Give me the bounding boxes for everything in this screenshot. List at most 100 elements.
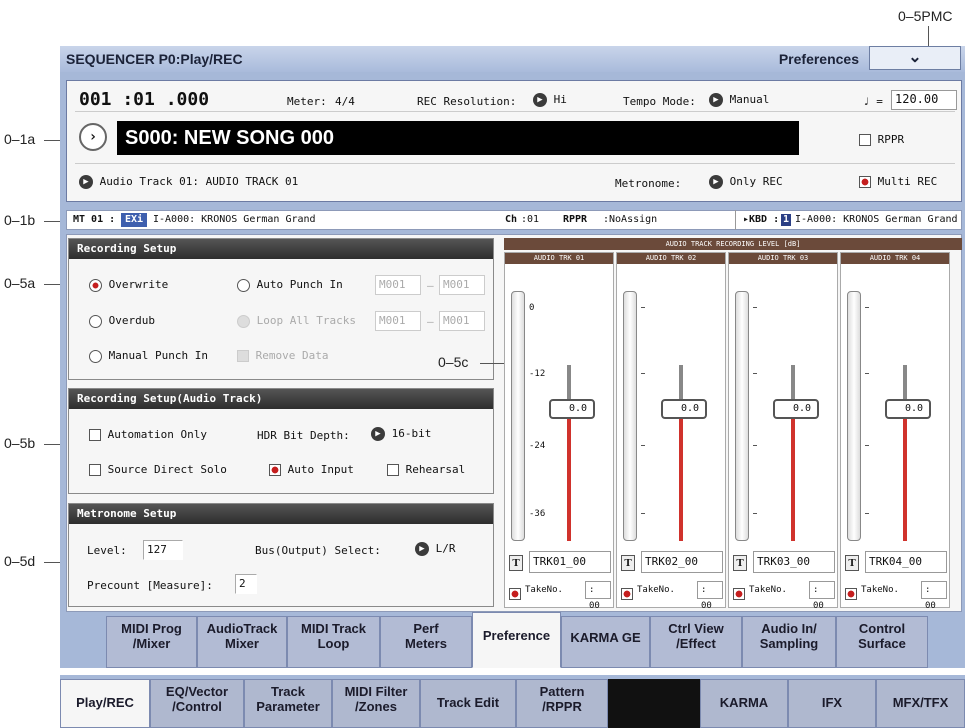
- checkbox-icon: [89, 464, 101, 476]
- fader-knob[interactable]: 0.0: [549, 399, 595, 419]
- fader-knob[interactable]: 0.0: [885, 399, 931, 419]
- automation-only-checkbox[interactable]: Automation Only: [89, 428, 207, 441]
- take-no-field[interactable]: : 00: [921, 581, 947, 611]
- tempo-symbol: ♩ =: [863, 95, 883, 108]
- precount-field[interactable]: 2: [235, 574, 257, 594]
- level-scale-label: -12: [529, 369, 546, 379]
- song-name-field[interactable]: S000: NEW SONG 000: [117, 121, 799, 155]
- tab-ctrl-view-effect[interactable]: Ctrl View /Effect: [650, 616, 742, 668]
- track-name-edit-button[interactable]: T: [845, 555, 859, 571]
- tab-karma-ge[interactable]: KARMA GE: [561, 616, 650, 668]
- loop-end[interactable]: M001: [439, 311, 485, 331]
- fader-knob[interactable]: 0.0: [661, 399, 707, 419]
- tab-preference[interactable]: Preference: [472, 612, 561, 668]
- level-meter-bar: [623, 291, 637, 541]
- metronome-popup[interactable]: ▶ Only REC: [709, 175, 783, 189]
- bus-select-label: Bus(Output) Select:: [255, 544, 381, 557]
- section-header: Recording Setup: [69, 239, 493, 259]
- take-no-label: TakeNo.: [749, 585, 787, 595]
- overdub-label: Overdub: [108, 314, 155, 327]
- overdub-radio[interactable]: Overdub: [89, 314, 155, 328]
- tempo-mode-popup[interactable]: ▶ Manual: [709, 93, 769, 107]
- range-dash: –: [427, 315, 434, 328]
- rec-resolution-popup[interactable]: ▶ Hi: [533, 93, 567, 107]
- auto-punch-start[interactable]: M001: [375, 275, 421, 295]
- tab-perf-meters[interactable]: Perf Meters: [380, 616, 472, 668]
- remove-data-checkbox[interactable]: Remove Data: [237, 349, 328, 362]
- source-direct-solo-checkbox[interactable]: Source Direct Solo: [89, 463, 227, 476]
- level-scale-tick: [865, 373, 869, 374]
- recording-audio-section: Recording Setup(Audio Track) Automation …: [68, 388, 494, 494]
- loop-all-tracks-radio[interactable]: Loop All Tracks: [237, 314, 356, 328]
- tab-play-rec[interactable]: Play/REC: [60, 679, 150, 728]
- track-name-edit-button[interactable]: T: [733, 555, 747, 571]
- track-name-edit-button[interactable]: T: [621, 555, 635, 571]
- exi-badge: EXi: [121, 213, 148, 227]
- take-no-label: TakeNo.: [861, 585, 899, 595]
- track-name-edit-button[interactable]: T: [509, 555, 523, 571]
- tab-empty: [608, 679, 700, 728]
- location-readout[interactable]: 001 :01 .000: [79, 89, 209, 110]
- popup-arrow-icon: ▶: [533, 93, 547, 107]
- take-no-checkbox[interactable]: [621, 583, 633, 602]
- bus-select-popup[interactable]: ▶ L/R: [415, 542, 456, 556]
- divider: [75, 163, 955, 164]
- manual-punch-radio[interactable]: Manual Punch In: [89, 349, 208, 363]
- callout-0-1a: 0–1a: [4, 131, 36, 147]
- auto-input-checkbox[interactable]: Auto Input: [269, 463, 354, 476]
- track-file-name[interactable]: TRK02_00: [641, 551, 723, 573]
- tab-ifx[interactable]: IFX: [788, 679, 876, 728]
- auto-input-label: Auto Input: [287, 463, 354, 476]
- tab-midi-track-loop[interactable]: MIDI Track Loop: [287, 616, 380, 668]
- track-name: AUDIO TRK 01: [505, 253, 613, 264]
- track-level-column: AUDIO TRK 03 0.0 T TRK03_00 TakeNo.: 00: [728, 252, 838, 611]
- rec-resolution-label: REC Resolution:: [417, 95, 517, 108]
- take-no-label: TakeNo.: [525, 585, 563, 595]
- take-no-checkbox[interactable]: [509, 583, 521, 602]
- ch-label: Ch: [505, 214, 518, 225]
- tab-karma[interactable]: KARMA: [700, 679, 788, 728]
- song-select-button[interactable]: ›: [79, 123, 107, 151]
- overwrite-radio[interactable]: Overwrite: [89, 278, 168, 292]
- rehearsal-checkbox[interactable]: Rehearsal: [387, 463, 465, 476]
- checkbox-icon: [859, 134, 871, 146]
- multi-rec-checkbox[interactable]: Multi REC: [859, 175, 937, 188]
- program-name: I-A000: KRONOS German Grand: [153, 214, 316, 225]
- tab-control-surface[interactable]: Control Surface: [836, 616, 928, 668]
- tab-midi-filter-zones[interactable]: MIDI Filter /Zones: [332, 679, 420, 728]
- tab-pattern-rppr[interactable]: Pattern /RPPR: [516, 679, 608, 728]
- overwrite-label: Overwrite: [108, 278, 169, 291]
- tab-track-edit[interactable]: Track Edit: [420, 679, 516, 728]
- take-no-field[interactable]: : 00: [585, 581, 611, 611]
- track-file-name[interactable]: TRK01_00: [529, 551, 611, 573]
- take-no-field[interactable]: : 00: [697, 581, 723, 611]
- radio-icon: [89, 349, 102, 363]
- take-no-checkbox[interactable]: [733, 583, 745, 602]
- divider: [735, 210, 736, 230]
- auto-punch-radio[interactable]: Auto Punch In: [237, 278, 343, 292]
- tab-audiotrack-mixer[interactable]: AudioTrack Mixer: [197, 616, 287, 668]
- tab-mfx-tfx[interactable]: MFX/TFX: [876, 679, 965, 728]
- track-file-name[interactable]: TRK04_00: [865, 551, 947, 573]
- take-no-field[interactable]: : 00: [809, 581, 835, 611]
- track-file-name[interactable]: TRK03_00: [753, 551, 835, 573]
- tab-track-parameter[interactable]: Track Parameter: [244, 679, 332, 728]
- divider: [75, 111, 955, 112]
- page-menu-button[interactable]: ⌄: [869, 46, 961, 70]
- meter-value[interactable]: 4/4: [335, 95, 355, 108]
- tempo-field[interactable]: 120.00: [891, 90, 957, 110]
- callout-0-5pmc: 0–5PMC: [898, 8, 953, 24]
- fader-knob[interactable]: 0.0: [773, 399, 819, 419]
- tab-midi-prog-mixer[interactable]: MIDI Prog /Mixer: [106, 616, 197, 668]
- tab-eq-vector-control[interactable]: EQ/Vector /Control: [150, 679, 244, 728]
- auto-punch-end[interactable]: M001: [439, 275, 485, 295]
- callout-0-5d: 0–5d: [4, 553, 36, 569]
- rppr-checkbox[interactable]: RPPR: [859, 133, 904, 146]
- level-field[interactable]: 127: [143, 540, 183, 560]
- tab-audio-in-sampling[interactable]: Audio In/ Sampling: [742, 616, 836, 668]
- rehearsal-label: Rehearsal: [405, 463, 466, 476]
- audio-track-popup[interactable]: ▶ Audio Track 01: AUDIO TRACK 01: [79, 175, 298, 189]
- hdr-bit-depth-popup[interactable]: ▶ 16-bit: [371, 427, 431, 441]
- take-no-checkbox[interactable]: [845, 583, 857, 602]
- loop-start[interactable]: M001: [375, 311, 421, 331]
